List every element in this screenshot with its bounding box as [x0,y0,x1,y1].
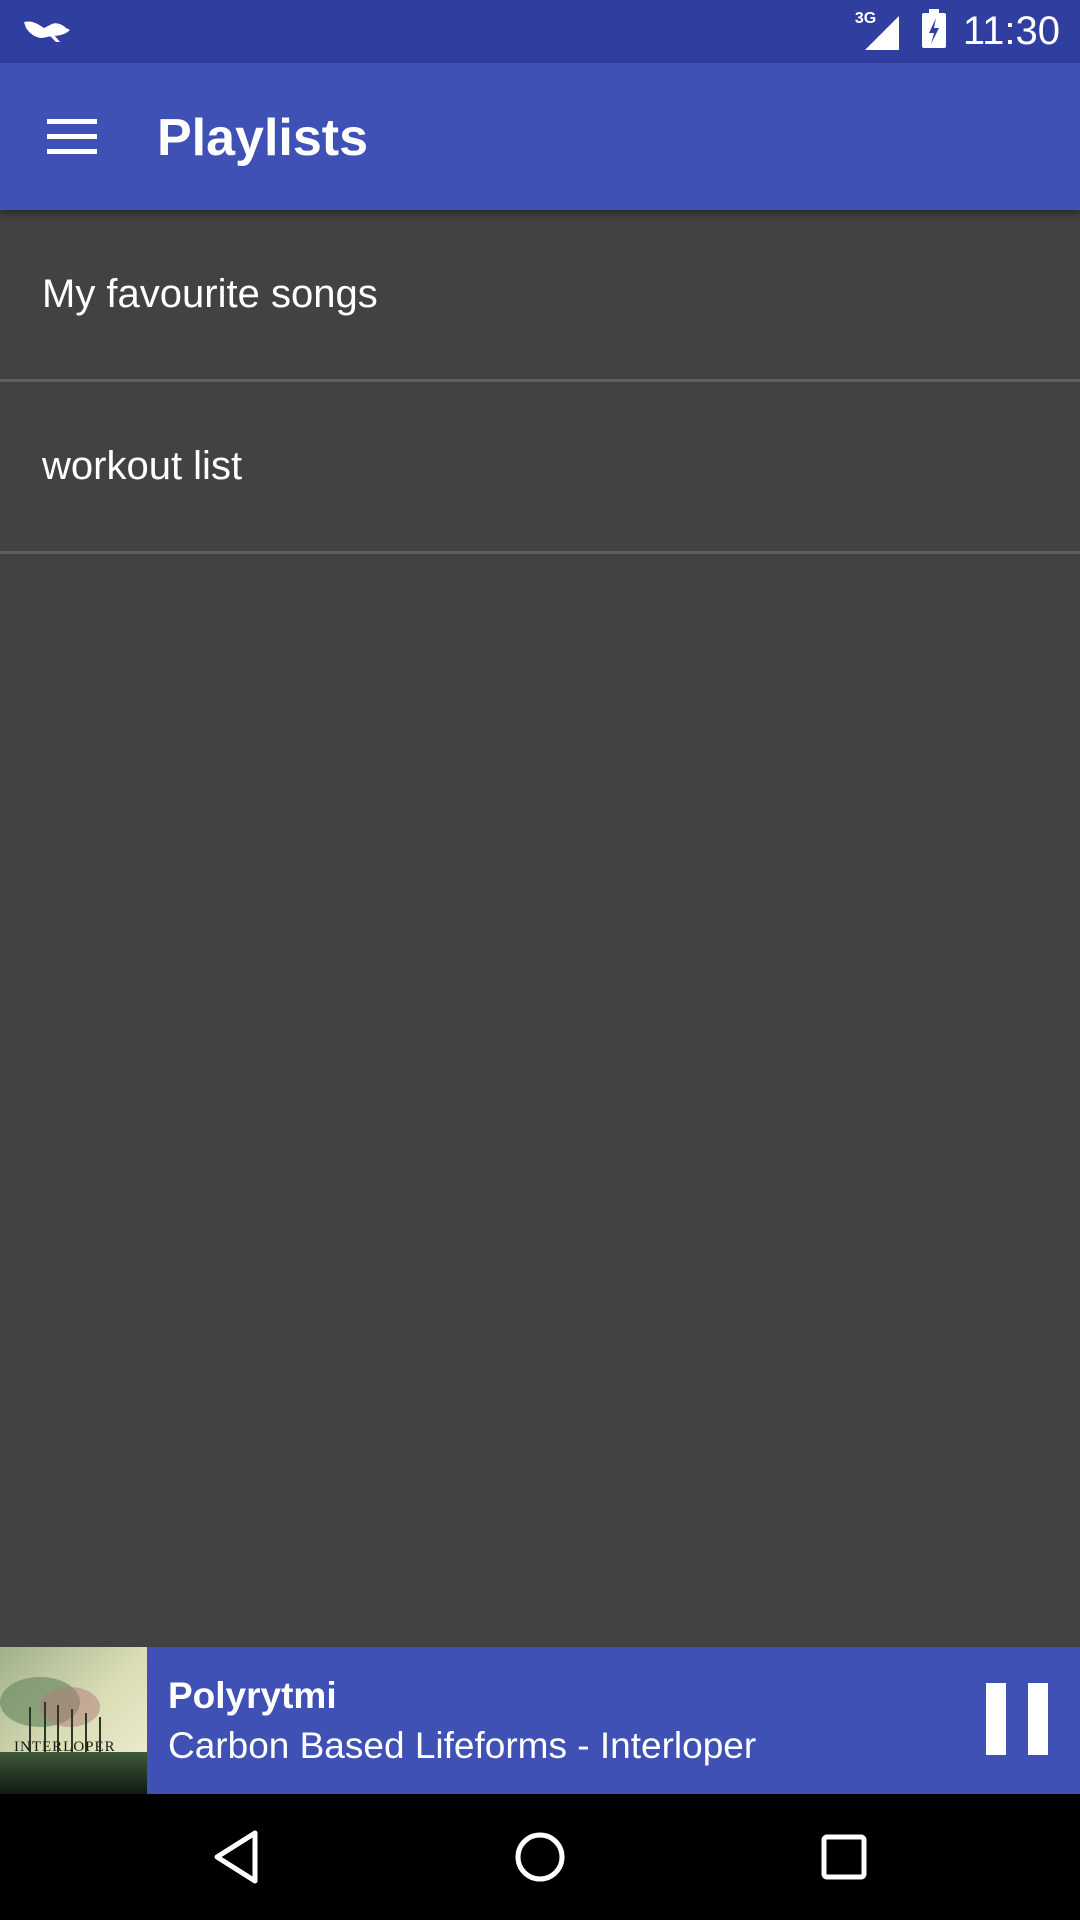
hamburger-menu-icon[interactable] [36,107,108,167]
battery-charging-icon [921,9,947,54]
playlist-item[interactable]: My favourite songs [0,210,1080,382]
recents-icon[interactable] [804,1817,884,1897]
playlist-name: My favourite songs [42,272,378,316]
page-title: Playlists [157,109,369,167]
app-bar: Playlists [0,63,1080,210]
playlist-item[interactable]: workout list [0,382,1080,554]
signal-icon: 3G [855,10,903,52]
now-playing-bar[interactable]: INTERLOPER Polyrytmi Carbon Based Lifefo… [0,1647,1080,1794]
track-artist: Carbon Based Lifeforms - Interloper [168,1725,757,1766]
status-bar: 3G 11:30 [0,0,1080,63]
album-art[interactable] [0,1647,147,1794]
album-art-text: INTERLOPER [14,1739,116,1755]
home-icon[interactable] [500,1817,580,1897]
pause-icon[interactable] [984,1681,1050,1757]
playlist-name: workout list [42,444,243,488]
track-title: Polyrytmi [168,1675,337,1716]
back-icon[interactable] [196,1817,276,1897]
playlist-list: My favourite songs workout list [0,210,1080,554]
system-nav-bar [0,1794,1080,1920]
status-clock: 11:30 [962,9,1060,53]
bird-notification-icon [22,14,72,49]
